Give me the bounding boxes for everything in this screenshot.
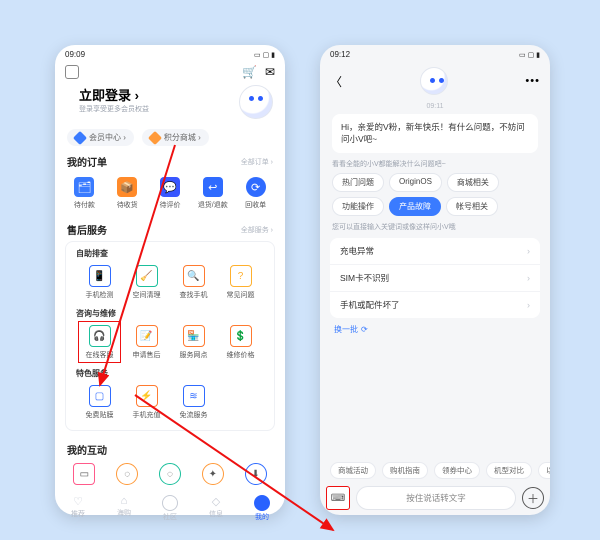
points-mall-pill[interactable]: 积分商城 ›: [142, 129, 209, 146]
inter-2[interactable]: ◌: [106, 461, 149, 487]
cart-icon[interactable]: 🛒: [242, 65, 257, 79]
chip-mall[interactable]: 商城相关: [447, 173, 499, 192]
chip-originos[interactable]: OriginOS: [389, 173, 442, 192]
tag-guide[interactable]: 购机指南: [382, 462, 428, 479]
order-refund[interactable]: ↩退货/退款: [191, 175, 234, 212]
clock: 09:12: [330, 50, 350, 59]
tab-community[interactable]: 社区: [147, 495, 193, 522]
tab-info[interactable]: ◇信息: [193, 495, 239, 522]
svc-find-phone[interactable]: 🔍查找手机: [170, 263, 217, 302]
orders-all-link[interactable]: 全部订单 ›: [241, 157, 273, 167]
faq-sim[interactable]: SIM卡不识别›: [330, 265, 540, 292]
svc-recharge[interactable]: ⚡手机充值: [123, 383, 170, 422]
group-feature: 特色服务: [70, 366, 270, 379]
member-center-pill[interactable]: 会员中心 ›: [67, 129, 134, 146]
login-title[interactable]: 立即登录 ›: [79, 85, 149, 104]
orders-grid: 🗂待付款 📦待收货 💬待评价 ↩退货/退款 ⟳回收单: [55, 171, 285, 218]
svc-storage-clean[interactable]: 🧹空间清理: [123, 263, 170, 302]
inter-1[interactable]: ▭: [63, 461, 106, 487]
chip-account[interactable]: 帐号相关: [446, 197, 498, 216]
message-icon[interactable]: ✉: [265, 65, 275, 79]
tab-overseas[interactable]: ⌂海购: [101, 495, 147, 522]
status-icons: ▭ ▢ ▮: [519, 51, 540, 59]
tag-more[interactable]: 以: [538, 462, 550, 479]
hint-keyword: 您可以直接输入关键词或像这样问小V哦: [332, 222, 538, 232]
chip-hot[interactable]: 热门问题: [332, 173, 384, 192]
avatar[interactable]: [239, 85, 273, 119]
greeting-bubble: Hi，亲爱的V粉，新年快乐！有什么问题，不妨问问小V吧~: [332, 114, 538, 153]
quick-tags: 商城活动 购机指南 领券中心 机型对比 以: [320, 462, 550, 483]
input-bar: ⌨ 按住说话转文字 ＋: [326, 486, 544, 510]
status-icons: ▭ ▢ ▮: [254, 51, 275, 59]
chevron-right-icon: ›: [527, 246, 530, 256]
clock: 09:09: [65, 50, 85, 59]
phone-right: 09:12 ▭ ▢ ▮ 〈 ••• 09:11 Hi，亲爱的V粉，新年快乐！有什…: [320, 45, 550, 515]
voice-input[interactable]: 按住说话转文字: [356, 486, 516, 510]
order-review[interactable]: 💬待评价: [149, 175, 192, 212]
svc-apply-after[interactable]: 📝申请售后: [123, 323, 170, 362]
svc-faq[interactable]: ?常见问题: [217, 263, 264, 302]
svc-phone-check[interactable]: 📱手机检测: [76, 263, 123, 302]
faq-broken[interactable]: 手机或配件坏了›: [330, 292, 540, 318]
interaction-title: 我的互动: [67, 446, 107, 457]
after-all-link[interactable]: 全部服务 ›: [241, 225, 273, 235]
inter-4[interactable]: ✦: [191, 461, 234, 487]
bot-avatar: [420, 67, 448, 95]
login-sub: 登录享受更多会员权益: [79, 104, 149, 114]
bottom-tabs: ♡推荐 ⌂海购 社区 ◇信息 我的: [55, 493, 285, 526]
hint-capability: 看看全能的小V都能解决什么问题吧~: [332, 159, 538, 169]
svc-free-film[interactable]: ▢免费贴膜: [76, 383, 123, 422]
plus-icon[interactable]: ＋: [522, 487, 544, 509]
inter-3[interactable]: ◌: [149, 461, 192, 487]
refresh-icon: ⟳: [361, 325, 368, 334]
topic-chips: 热门问题 OriginOS 商城相关 功能操作 产品故障 帐号相关: [320, 173, 550, 216]
svc-service-point[interactable]: 🏪服务网点: [170, 323, 217, 362]
svc-free-data[interactable]: ≋免流服务: [170, 383, 217, 422]
settings-icon[interactable]: [65, 65, 79, 79]
faq-list: 充电异常› SIM卡不识别› 手机或配件坏了›: [330, 238, 540, 318]
status-bar: 09:09 ▭ ▢ ▮: [55, 45, 285, 61]
rotate-link[interactable]: 换一批⟳: [334, 324, 536, 335]
order-recycle[interactable]: ⟳回收单: [234, 175, 277, 212]
group-consult: 咨询与维修: [70, 306, 270, 319]
back-icon[interactable]: 〈: [330, 73, 342, 90]
tab-mine[interactable]: 我的: [239, 495, 285, 522]
keyboard-icon[interactable]: ⌨: [326, 486, 350, 510]
svc-online-support[interactable]: 🎧在线客服: [76, 323, 123, 362]
phone-left: 09:09 ▭ ▢ ▮ 🛒 ✉ 立即登录 › 登录享受更多会员权益 会员中心 ›…: [55, 45, 285, 515]
tab-recommend[interactable]: ♡推荐: [55, 495, 101, 522]
tag-coupon[interactable]: 领券中心: [434, 462, 480, 479]
chip-feature[interactable]: 功能操作: [332, 197, 384, 216]
group-selfcheck: 自助排查: [70, 246, 270, 259]
orders-title: 我的订单: [67, 154, 107, 169]
status-bar: 09:12 ▭ ▢ ▮: [320, 45, 550, 61]
chevron-right-icon: ›: [527, 300, 530, 310]
after-title: 售后服务: [67, 222, 107, 237]
tag-activity[interactable]: 商城活动: [330, 462, 376, 479]
chevron-right-icon: ›: [527, 273, 530, 283]
order-pending-pay[interactable]: 🗂待付款: [63, 175, 106, 212]
order-shipping[interactable]: 📦待收货: [106, 175, 149, 212]
chip-product-fault[interactable]: 产品故障: [389, 197, 441, 216]
after-card: 自助排查 📱手机检测 🧹空间清理 🔍查找手机 ?常见问题 咨询与维修 🎧在线客服…: [65, 241, 275, 431]
faq-charging[interactable]: 充电异常›: [330, 238, 540, 265]
svc-repair-price[interactable]: 💲维修价格: [217, 323, 264, 362]
more-icon[interactable]: •••: [525, 75, 540, 87]
tag-compare[interactable]: 机型对比: [486, 462, 532, 479]
timestamp: 09:11: [320, 103, 550, 110]
inter-5[interactable]: ⬇: [234, 461, 277, 487]
